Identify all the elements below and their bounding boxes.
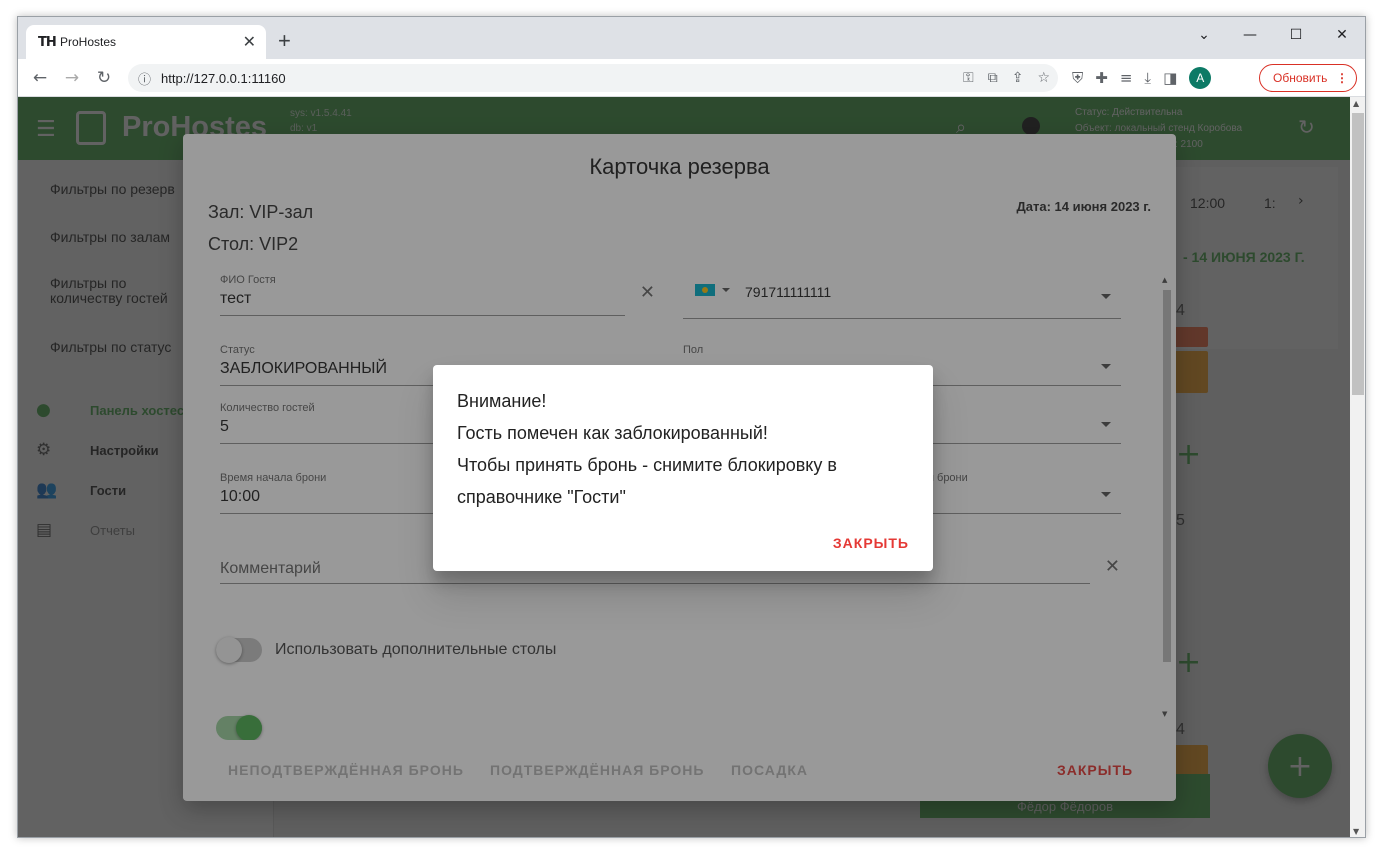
minimize-button[interactable]: — xyxy=(1227,21,1273,49)
back-button[interactable]: ← xyxy=(24,68,56,88)
bookmark-star-icon[interactable]: ☆ xyxy=(1037,70,1050,86)
extensions-area: ⛨ ✚ ≡ ⤓ ◨ A xyxy=(1072,59,1212,97)
blocked-guest-alert: Внимание! Гость помечен как заблокирован… xyxy=(433,365,933,571)
translate-icon[interactable]: ⧉ xyxy=(988,70,998,86)
alert-heading: Внимание! xyxy=(457,391,547,411)
alert-message: Внимание! Гость помечен как заблокирован… xyxy=(457,385,837,513)
puzzle-extensions-icon[interactable]: ✚ xyxy=(1095,69,1108,87)
update-label: Обновить xyxy=(1273,71,1328,85)
alert-text: Чтобы принять бронь - снимите блокировку… xyxy=(457,455,837,475)
app-viewport: ☰ ProHostes sys: v1.5.4.41 db: v1 ⌕ Стат… xyxy=(18,97,1350,837)
browser-tab[interactable]: TH ProHostes ✕ xyxy=(26,25,266,59)
address-bar[interactable]: ⓘ http://127.0.0.1:11160 ⚿ ⧉ ⇪ ☆ xyxy=(128,64,1058,92)
share-icon[interactable]: ⇪ xyxy=(1012,70,1024,86)
alert-text: справочнике "Гости" xyxy=(457,487,626,507)
maximize-button[interactable]: ☐ xyxy=(1273,21,1319,49)
favicon-icon: TH xyxy=(38,34,57,50)
site-info-icon[interactable]: ⓘ xyxy=(138,69,151,88)
window-controls: ⌄ — ☐ ✕ xyxy=(1181,21,1365,49)
page-scrollbar[interactable]: ▲ ▼ xyxy=(1350,97,1365,837)
download-icon[interactable]: ⤓ xyxy=(1144,69,1151,87)
reload-button[interactable]: ↻ xyxy=(88,68,120,88)
scroll-down-icon[interactable]: ▼ xyxy=(1353,827,1359,836)
tab-search-icon[interactable]: ⌄ xyxy=(1181,21,1227,49)
url-text: http://127.0.0.1:11160 xyxy=(161,70,286,86)
alert-close-button[interactable]: ЗАКРЫТЬ xyxy=(833,535,909,551)
browser-window: TH ProHostes ✕ + ⌄ — ☐ ✕ ← → ↻ ⓘ http://… xyxy=(17,16,1366,838)
tab-close-icon[interactable]: ✕ xyxy=(243,32,256,52)
tab-title: ProHostes xyxy=(60,35,117,49)
side-panel-icon[interactable]: ◨ xyxy=(1163,69,1177,87)
key-icon[interactable]: ⚿ xyxy=(963,70,974,86)
kebab-menu-icon: ⋮ xyxy=(1336,71,1348,85)
forward-button[interactable]: → xyxy=(56,68,88,88)
media-list-icon[interactable]: ≡ xyxy=(1120,69,1133,87)
close-window-button[interactable]: ✕ xyxy=(1319,21,1365,49)
profile-avatar[interactable]: A xyxy=(1189,67,1212,89)
tab-strip: TH ProHostes ✕ + ⌄ — ☐ ✕ xyxy=(18,17,1365,59)
alert-text: Гость помечен как заблокированный! xyxy=(457,423,768,443)
scroll-thumb[interactable] xyxy=(1352,113,1364,395)
shield-extension-icon[interactable]: ⛨ xyxy=(1072,69,1083,87)
new-tab-button[interactable]: + xyxy=(278,29,291,53)
scroll-up-icon[interactable]: ▲ xyxy=(1353,99,1359,108)
update-button[interactable]: Обновить ⋮ xyxy=(1259,64,1357,92)
browser-toolbar: ← → ↻ ⓘ http://127.0.0.1:11160 ⚿ ⧉ ⇪ ☆ ⛨… xyxy=(18,59,1365,97)
